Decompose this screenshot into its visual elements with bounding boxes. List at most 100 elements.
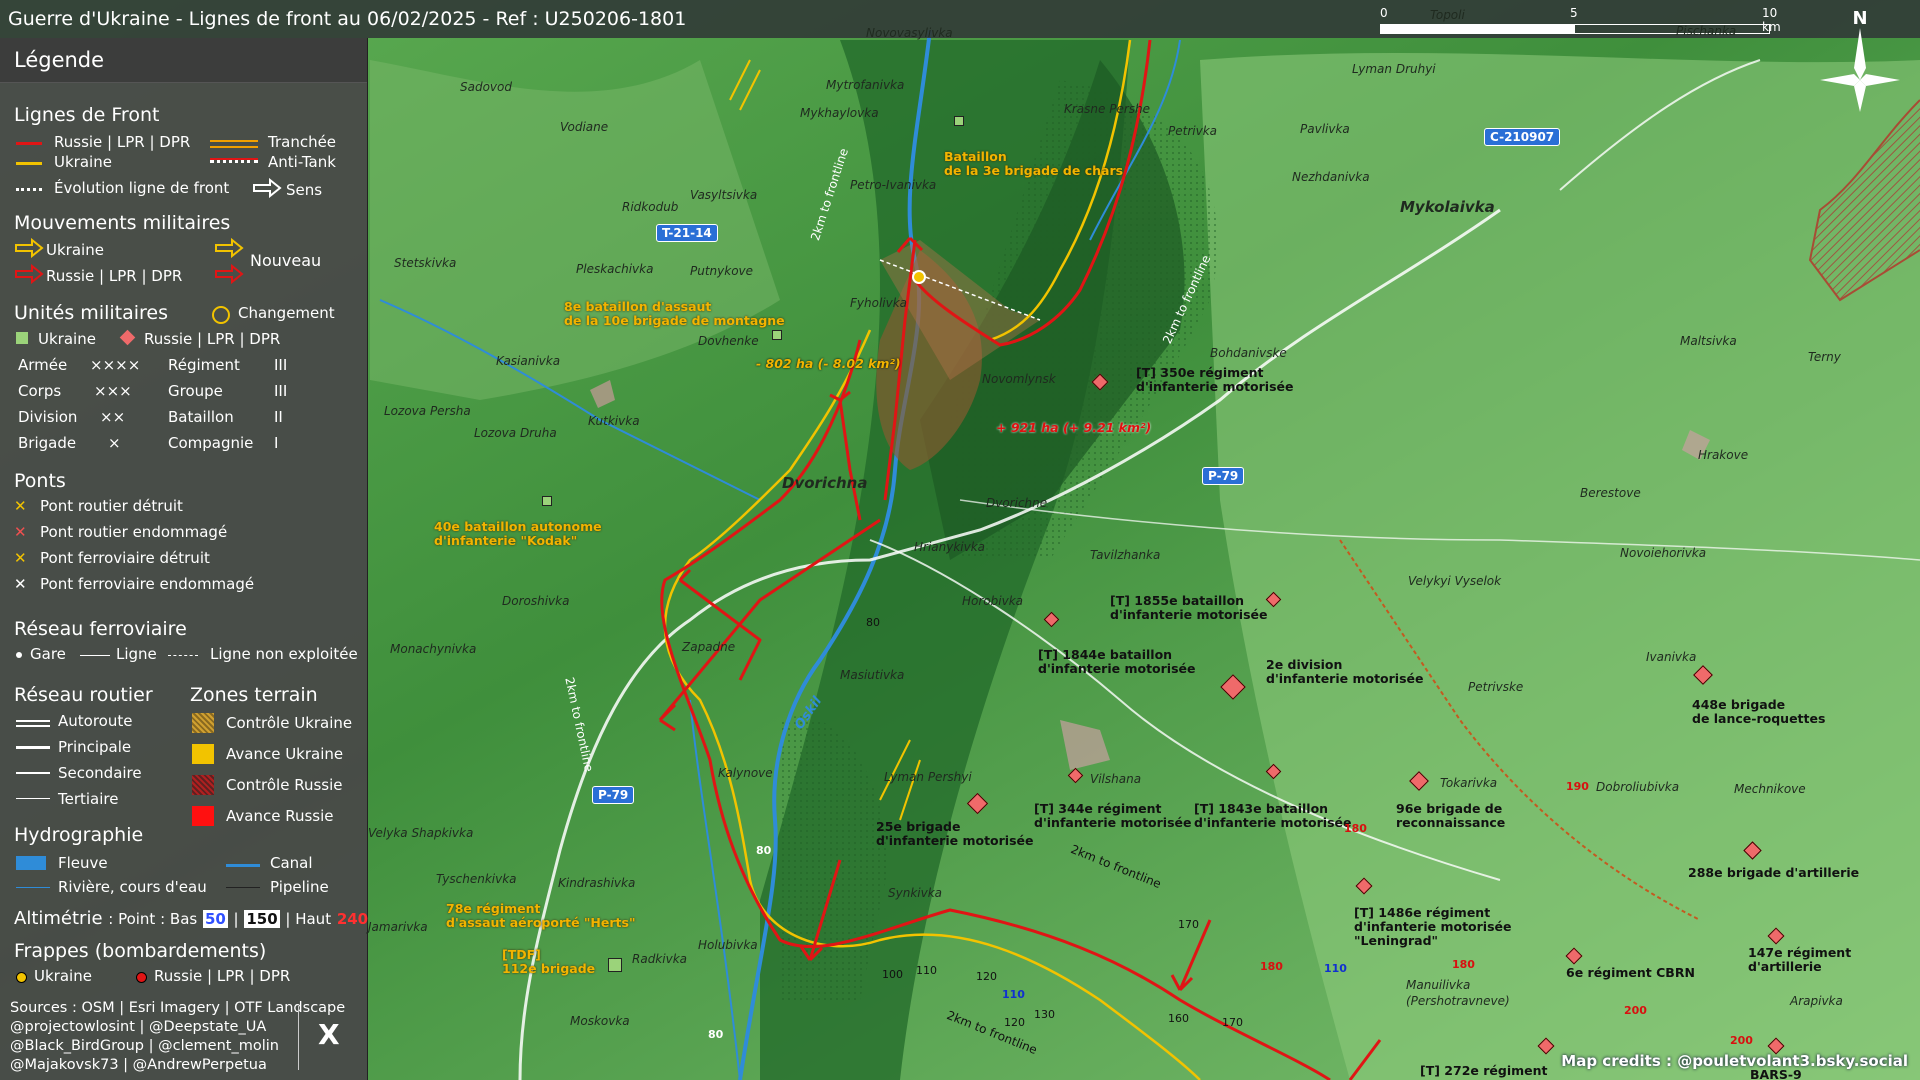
town-label: Kalynove [718, 766, 773, 780]
town-label: Nezhdanivka [1292, 170, 1370, 184]
legend-antitank-icon [210, 160, 258, 163]
legend-hydro-pipeline: Pipeline [270, 878, 329, 896]
scale-tick-2: 10 km [1762, 6, 1781, 34]
ua-unit-label: 8e bataillon d'assaut de la 10e brigade … [564, 299, 785, 328]
legend-units-ukraine: Ukraine [38, 330, 96, 348]
stream-icon [16, 887, 50, 888]
legend-rail-unused: Ligne non exploitée [210, 645, 358, 663]
town-label: Mykhaylovka [800, 106, 879, 120]
pipeline-icon [226, 887, 260, 888]
town-label: Sadovod [460, 80, 512, 94]
zone-ua-advance-icon [192, 744, 214, 764]
legend-strikes-ukraine: Ukraine [34, 967, 92, 985]
station-icon [16, 652, 22, 658]
legend-unit-brigade: Brigade [18, 434, 77, 452]
town-label: Manuilivka [1406, 978, 1471, 992]
altitude-point: 160 [1168, 1012, 1189, 1025]
town-label: Zapadne [682, 640, 736, 654]
legend-road-title: Réseau routier [14, 684, 153, 706]
legend-evolution-icon [16, 188, 42, 191]
zone-ru-control-icon [192, 775, 214, 795]
town-label: Petrivske [1468, 680, 1524, 694]
legend-road-2: Principale [58, 738, 132, 756]
ru-unit-label: 147e régiment d'artillerie [1748, 945, 1852, 974]
russia-unit-icon [119, 329, 136, 346]
scale-tick-1: 5 [1570, 6, 1578, 20]
change-marker-icon[interactable] [912, 270, 926, 284]
legend-zone-4: Avance Russie [226, 807, 334, 825]
altitude-point: 170 [1178, 918, 1199, 931]
ru-unit-label: [T] 344e régiment d'infanterie motorisée [1034, 801, 1192, 830]
legend-moves-title: Mouvements militaires [14, 212, 231, 234]
legend-zones-title: Zones terrain [190, 684, 318, 706]
legend-units-change: Changement [238, 304, 335, 322]
ua-unit-label: [TDF] 112e brigade [502, 947, 596, 976]
town-label: Dvorichne [986, 496, 1048, 510]
area-ru-gain: + 921 ha (+ 9.21 km²) [996, 420, 1152, 435]
ru-unit-label: 25e brigade d'infanterie motorisée [876, 819, 1034, 848]
altitude-point: 120 [976, 970, 997, 983]
altitude-point: 180 [1344, 822, 1367, 835]
altitude-point: 110 [1002, 988, 1025, 1001]
town-label: Stetskivka [394, 256, 457, 270]
town-label: Maltsivka [1680, 334, 1737, 348]
legend-unit-corps-symbol: ××× [94, 382, 132, 400]
town-label: Arapivka [1790, 994, 1843, 1008]
town-label: Terny [1808, 350, 1841, 364]
legend-rail-station: Gare [30, 645, 66, 663]
legend-hydro-river: Fleuve [58, 854, 108, 872]
scale-bar-segment [1380, 24, 1575, 34]
town-label: Petrivka [1168, 124, 1217, 138]
ua-unit-marker-icon[interactable] [954, 116, 964, 126]
ua-unit-marker-icon[interactable] [608, 958, 622, 972]
town-label: Kindrashivka [558, 876, 636, 890]
road-highway-icon [16, 720, 50, 727]
road-main-icon [16, 746, 50, 749]
town-label: Topoli [1430, 8, 1465, 22]
town-label: Tavilzhanka [1090, 548, 1161, 562]
legend-bridge-2: Pont routier endommagé [40, 523, 228, 541]
town-label: Masiutivka [840, 668, 905, 682]
x-logo-icon[interactable]: X [318, 1018, 340, 1051]
legend-front-direction: Sens [286, 181, 323, 199]
legend-road-1: Autoroute [58, 712, 133, 730]
legend-bridge-3: Pont ferroviaire détruit [40, 549, 210, 567]
town-label: Vilshana [1090, 772, 1142, 786]
bridge-road-damaged-icon: ✕ [14, 523, 27, 541]
legend-alt-mid: 150 [244, 910, 280, 928]
legend-moves-russia: Russie | LPR | DPR [46, 267, 183, 285]
altitude-point: 170 [1222, 1016, 1243, 1029]
ru-unit-label: [T] 350e régiment d'infanterie motorisée [1136, 365, 1294, 394]
road-badge: P-79 [592, 786, 635, 804]
legend-unit-corps: Corps [18, 382, 62, 400]
change-circle-icon [212, 306, 230, 324]
ru-unit-label: 96e brigade de reconnaissance [1396, 801, 1506, 830]
town-label: Pleskachivka [576, 262, 654, 276]
legend-road-3: Secondaire [58, 764, 142, 782]
town-label: Dobroliubivka [1596, 780, 1680, 794]
ua-unit-marker-icon[interactable] [772, 330, 782, 340]
legend-unit-division: Division [18, 408, 78, 426]
rail-unused-icon [168, 655, 198, 656]
legend-rail-line: Ligne [116, 645, 157, 663]
town-label: Dovhenke [698, 334, 759, 348]
town-label: Lyman Pershyi [884, 770, 972, 784]
legend-moves-new: Nouveau [250, 251, 322, 270]
town-label: Tyschenkivka [436, 872, 517, 886]
legend-zone-3: Contrôle Russie [226, 776, 343, 794]
town-label: Lozova Druha [474, 426, 557, 440]
town-label: Monachynivka [390, 642, 477, 656]
town-label: Mykolaivka [1400, 198, 1495, 216]
legend-bridge-4: Pont ferroviaire endommagé [40, 575, 255, 593]
legend-panel: Légende Lignes de Front Russie | LPR | D… [0, 38, 368, 1080]
ua-unit-marker-icon[interactable] [542, 496, 552, 506]
altitude-point: 130 [1034, 1008, 1055, 1021]
legend-alt-title: Altimétrie [14, 908, 103, 929]
legend-front-evolution: Évolution ligne de front [54, 179, 230, 197]
compass-icon: N [1820, 8, 1900, 112]
area-ua-loss: - 802 ha (- 8.02 km²) [756, 356, 901, 371]
legend-moves-ukraine: Ukraine [46, 241, 104, 259]
legend-unit-groupe: Groupe [168, 382, 223, 400]
town-label: Pischanka [1676, 24, 1737, 38]
ru-unit-label: [T] 1843e bataillon d'infanterie motoris… [1194, 801, 1352, 830]
